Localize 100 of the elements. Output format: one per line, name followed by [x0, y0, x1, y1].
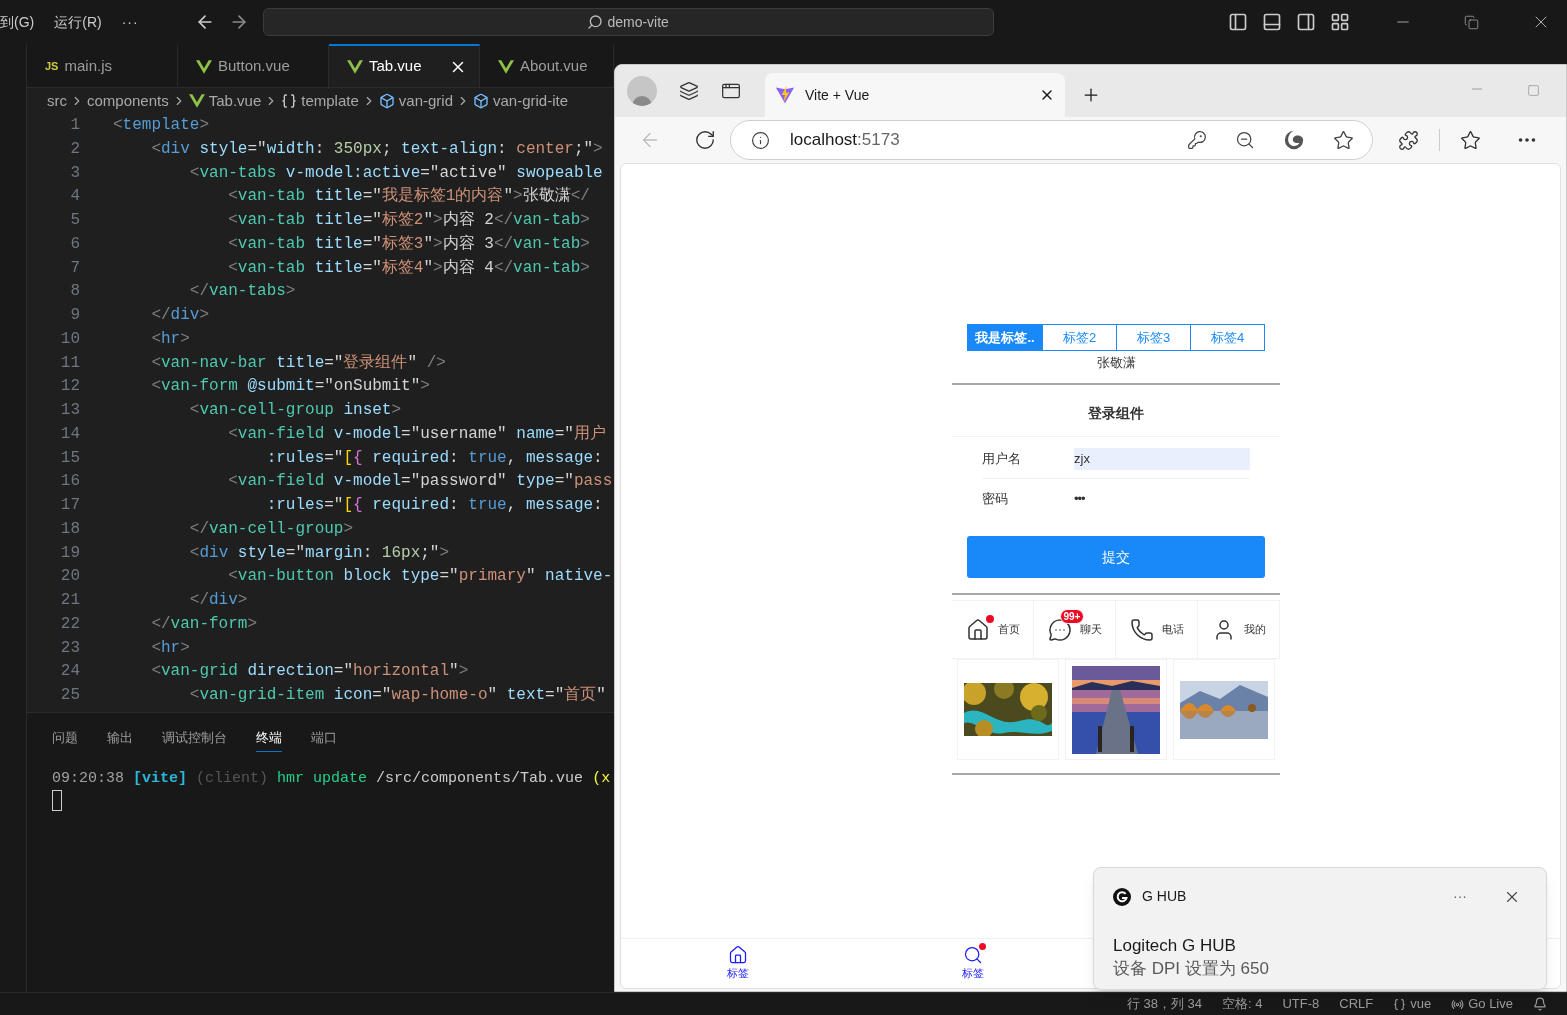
- line-number: 23: [59, 637, 80, 659]
- search-icon: [963, 945, 984, 966]
- line-number: 17: [59, 495, 80, 516]
- vue-icon: [196, 59, 212, 74]
- breadcrumb-item[interactable]: van-grid: [378, 89, 453, 113]
- line-number: 22: [59, 613, 80, 635]
- line-number: 19: [59, 542, 80, 564]
- password-field[interactable]: •••: [1074, 488, 1250, 510]
- grid-item[interactable]: 电话: [1116, 601, 1198, 659]
- breadcrumb-item[interactable]: template: [281, 89, 359, 113]
- profile-avatar[interactable]: [627, 76, 657, 106]
- line-number: 20: [59, 566, 80, 588]
- status-item[interactable]: 行 38，列 34: [1126, 994, 1202, 1014]
- code-line: <van-tabs v-model:active="active" swopeable: [188, 162, 603, 184]
- code-line: <div style="width: 350px; text-align: center;">: [150, 138, 603, 160]
- editor-tab[interactable]: Tab.vue: [329, 44, 480, 87]
- menu-item[interactable]: 运行(R): [54, 11, 102, 33]
- search-field[interactable]: demo-vite: [262, 8, 994, 36]
- menu-item[interactable]: 到(G): [0, 11, 35, 33]
- breadcrumb-item[interactable]: components: [87, 89, 169, 113]
- refresh-icon[interactable]: [694, 129, 716, 151]
- panel-tab[interactable]: 终端: [256, 728, 282, 752]
- bell-icon[interactable]: [1533, 997, 1547, 1011]
- submit-button[interactable]: 提交: [967, 536, 1265, 578]
- layout-icon[interactable]: [1330, 12, 1350, 32]
- input-field[interactable]: zjx: [1074, 447, 1250, 470]
- status-item[interactable]: vue: [1393, 994, 1432, 1014]
- line-number: 13: [59, 400, 80, 421]
- line-number: 8: [69, 281, 80, 303]
- breadcrumb-item[interactable]: src: [47, 89, 67, 113]
- cube-icon: [378, 93, 395, 109]
- extensions-icon[interactable]: [1398, 129, 1419, 151]
- phone-icon: [1129, 617, 1154, 642]
- star-icon[interactable]: [1333, 129, 1354, 151]
- panel-tab[interactable]: 端口: [311, 728, 337, 752]
- field-label: 密码: [982, 490, 1009, 509]
- status-item[interactable]: CRLF: [1339, 994, 1374, 1014]
- code-line: :rules="[{ required: true, message:: [265, 495, 603, 516]
- code-line: <van-cell-group inset>: [188, 400, 402, 421]
- swirl-icon[interactable]: [1283, 129, 1305, 151]
- segment-tab[interactable]: 我是标签..: [968, 325, 1042, 350]
- vue-icon: [498, 59, 514, 74]
- restore-icon[interactable]: [1464, 14, 1479, 30]
- code-line: </van-tabs>: [188, 281, 296, 303]
- code-line: <van-field v-model="username" name="用户: [227, 423, 606, 445]
- tab-actions-icon[interactable]: [721, 81, 741, 101]
- code-line: <van-tab title="标签2">内容 2</van-tab>: [227, 209, 590, 231]
- key-icon[interactable]: [1187, 130, 1207, 150]
- line-number: 18: [59, 518, 80, 540]
- line-number: 4: [69, 186, 80, 208]
- code-line: <van-tab title="我是标签1的内容">张敬潇</: [227, 185, 590, 208]
- nav-bar: 登录组件: [952, 391, 1280, 437]
- secondary-sidebar-icon[interactable]: [1296, 12, 1316, 32]
- tabbar-item[interactable]: 标签: [621, 939, 856, 988]
- code-line: :rules="[{ required: true, message:: [265, 447, 603, 469]
- vite-logo-icon: [775, 85, 795, 105]
- line-number: 12: [59, 376, 80, 398]
- line-number: 10: [59, 328, 80, 350]
- info-icon[interactable]: [751, 130, 770, 150]
- line-number: 5: [69, 210, 80, 231]
- editor-tab[interactable]: JS main.js: [27, 44, 178, 87]
- code-line: </div>: [188, 590, 248, 611]
- panel-toggle-icon[interactable]: [1262, 12, 1282, 32]
- breadcrumb-item[interactable]: Tab.vue: [188, 89, 262, 113]
- status-item[interactable]: 空格: 4: [1221, 994, 1263, 1014]
- status-item[interactable]: Go Live: [1451, 994, 1513, 1014]
- code-line: <hr>: [150, 637, 190, 659]
- braces-icon: [281, 93, 298, 109]
- vue-icon: [188, 94, 205, 108]
- line-number: 6: [69, 233, 80, 255]
- favorites-star-icon[interactable]: [1460, 129, 1481, 151]
- address-bar[interactable]: localhost:5173: [730, 120, 1373, 160]
- js-icon: JS: [45, 58, 59, 75]
- grid-item[interactable]: 首页: [952, 601, 1034, 659]
- grid-item[interactable]: 我的: [1198, 601, 1280, 659]
- code-line: <van-grid-item icon="wap-home-o" text="首页": [188, 685, 606, 706]
- app-name: G HUB: [1142, 887, 1187, 906]
- line-number: 3: [69, 162, 80, 184]
- more-menu[interactable]: ···: [121, 11, 139, 33]
- field-label: 用户名: [982, 449, 1022, 468]
- code-line: <van-field v-model="password" type="pass: [227, 471, 613, 493]
- panel-tab[interactable]: 调试控制台: [162, 728, 227, 752]
- browser-tab[interactable]: Vite + Vue: [765, 73, 1065, 117]
- line-number: 11: [59, 352, 80, 374]
- code-line: </div>: [150, 305, 210, 326]
- status-item[interactable]: UTF-8: [1282, 994, 1320, 1014]
- app-logo-icon: [1113, 887, 1131, 906]
- panel-tab[interactable]: 输出: [107, 728, 133, 752]
- line-number: 24: [59, 661, 80, 683]
- collections-icon[interactable]: [679, 81, 699, 101]
- breadcrumb-item[interactable]: van-grid-ite: [473, 89, 569, 113]
- tabbar-item[interactable]: 标签: [855, 939, 1091, 988]
- sidebar-toggle-icon[interactable]: [1228, 12, 1248, 32]
- code-line: <div style="margin: 16px;">: [188, 542, 450, 564]
- code-line: <van-tab title="标签4">内容 4</van-tab>: [227, 257, 590, 279]
- zoom-out-icon[interactable]: [1235, 130, 1255, 150]
- panel-tab[interactable]: 问题: [52, 728, 78, 752]
- grid-item[interactable]: 99+ 聊天: [1034, 601, 1116, 659]
- more-options[interactable]: ···: [1453, 886, 1467, 907]
- code-line: <van-tab title="标签3">内容 3</van-tab>: [227, 233, 590, 255]
